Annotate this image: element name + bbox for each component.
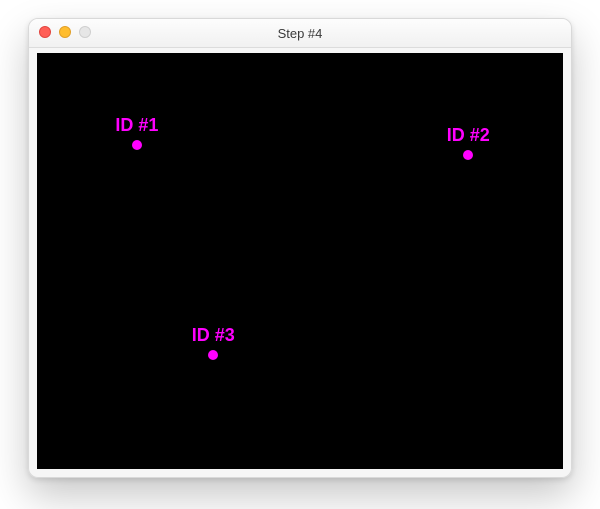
point-label: ID #2 [447, 125, 490, 146]
tracked-point: ID #1 [132, 140, 142, 150]
point-marker-icon [463, 150, 473, 160]
app-window: Step #4 ID #1 ID #2 ID #3 [28, 18, 572, 478]
close-icon[interactable] [39, 26, 51, 38]
window-frame: Step #4 ID #1 ID #2 ID #3 [28, 18, 572, 478]
titlebar: Step #4 [29, 19, 571, 48]
tracked-point: ID #3 [208, 350, 218, 360]
tracked-point: ID #2 [463, 150, 473, 160]
maximize-icon[interactable] [79, 26, 91, 38]
point-marker-icon [132, 140, 142, 150]
canvas-area: ID #1 ID #2 ID #3 [37, 53, 563, 469]
point-marker-icon [208, 350, 218, 360]
point-label: ID #3 [192, 325, 235, 346]
minimize-icon[interactable] [59, 26, 71, 38]
window-controls [39, 26, 91, 38]
point-label: ID #1 [115, 115, 158, 136]
window-title: Step #4 [278, 26, 323, 41]
